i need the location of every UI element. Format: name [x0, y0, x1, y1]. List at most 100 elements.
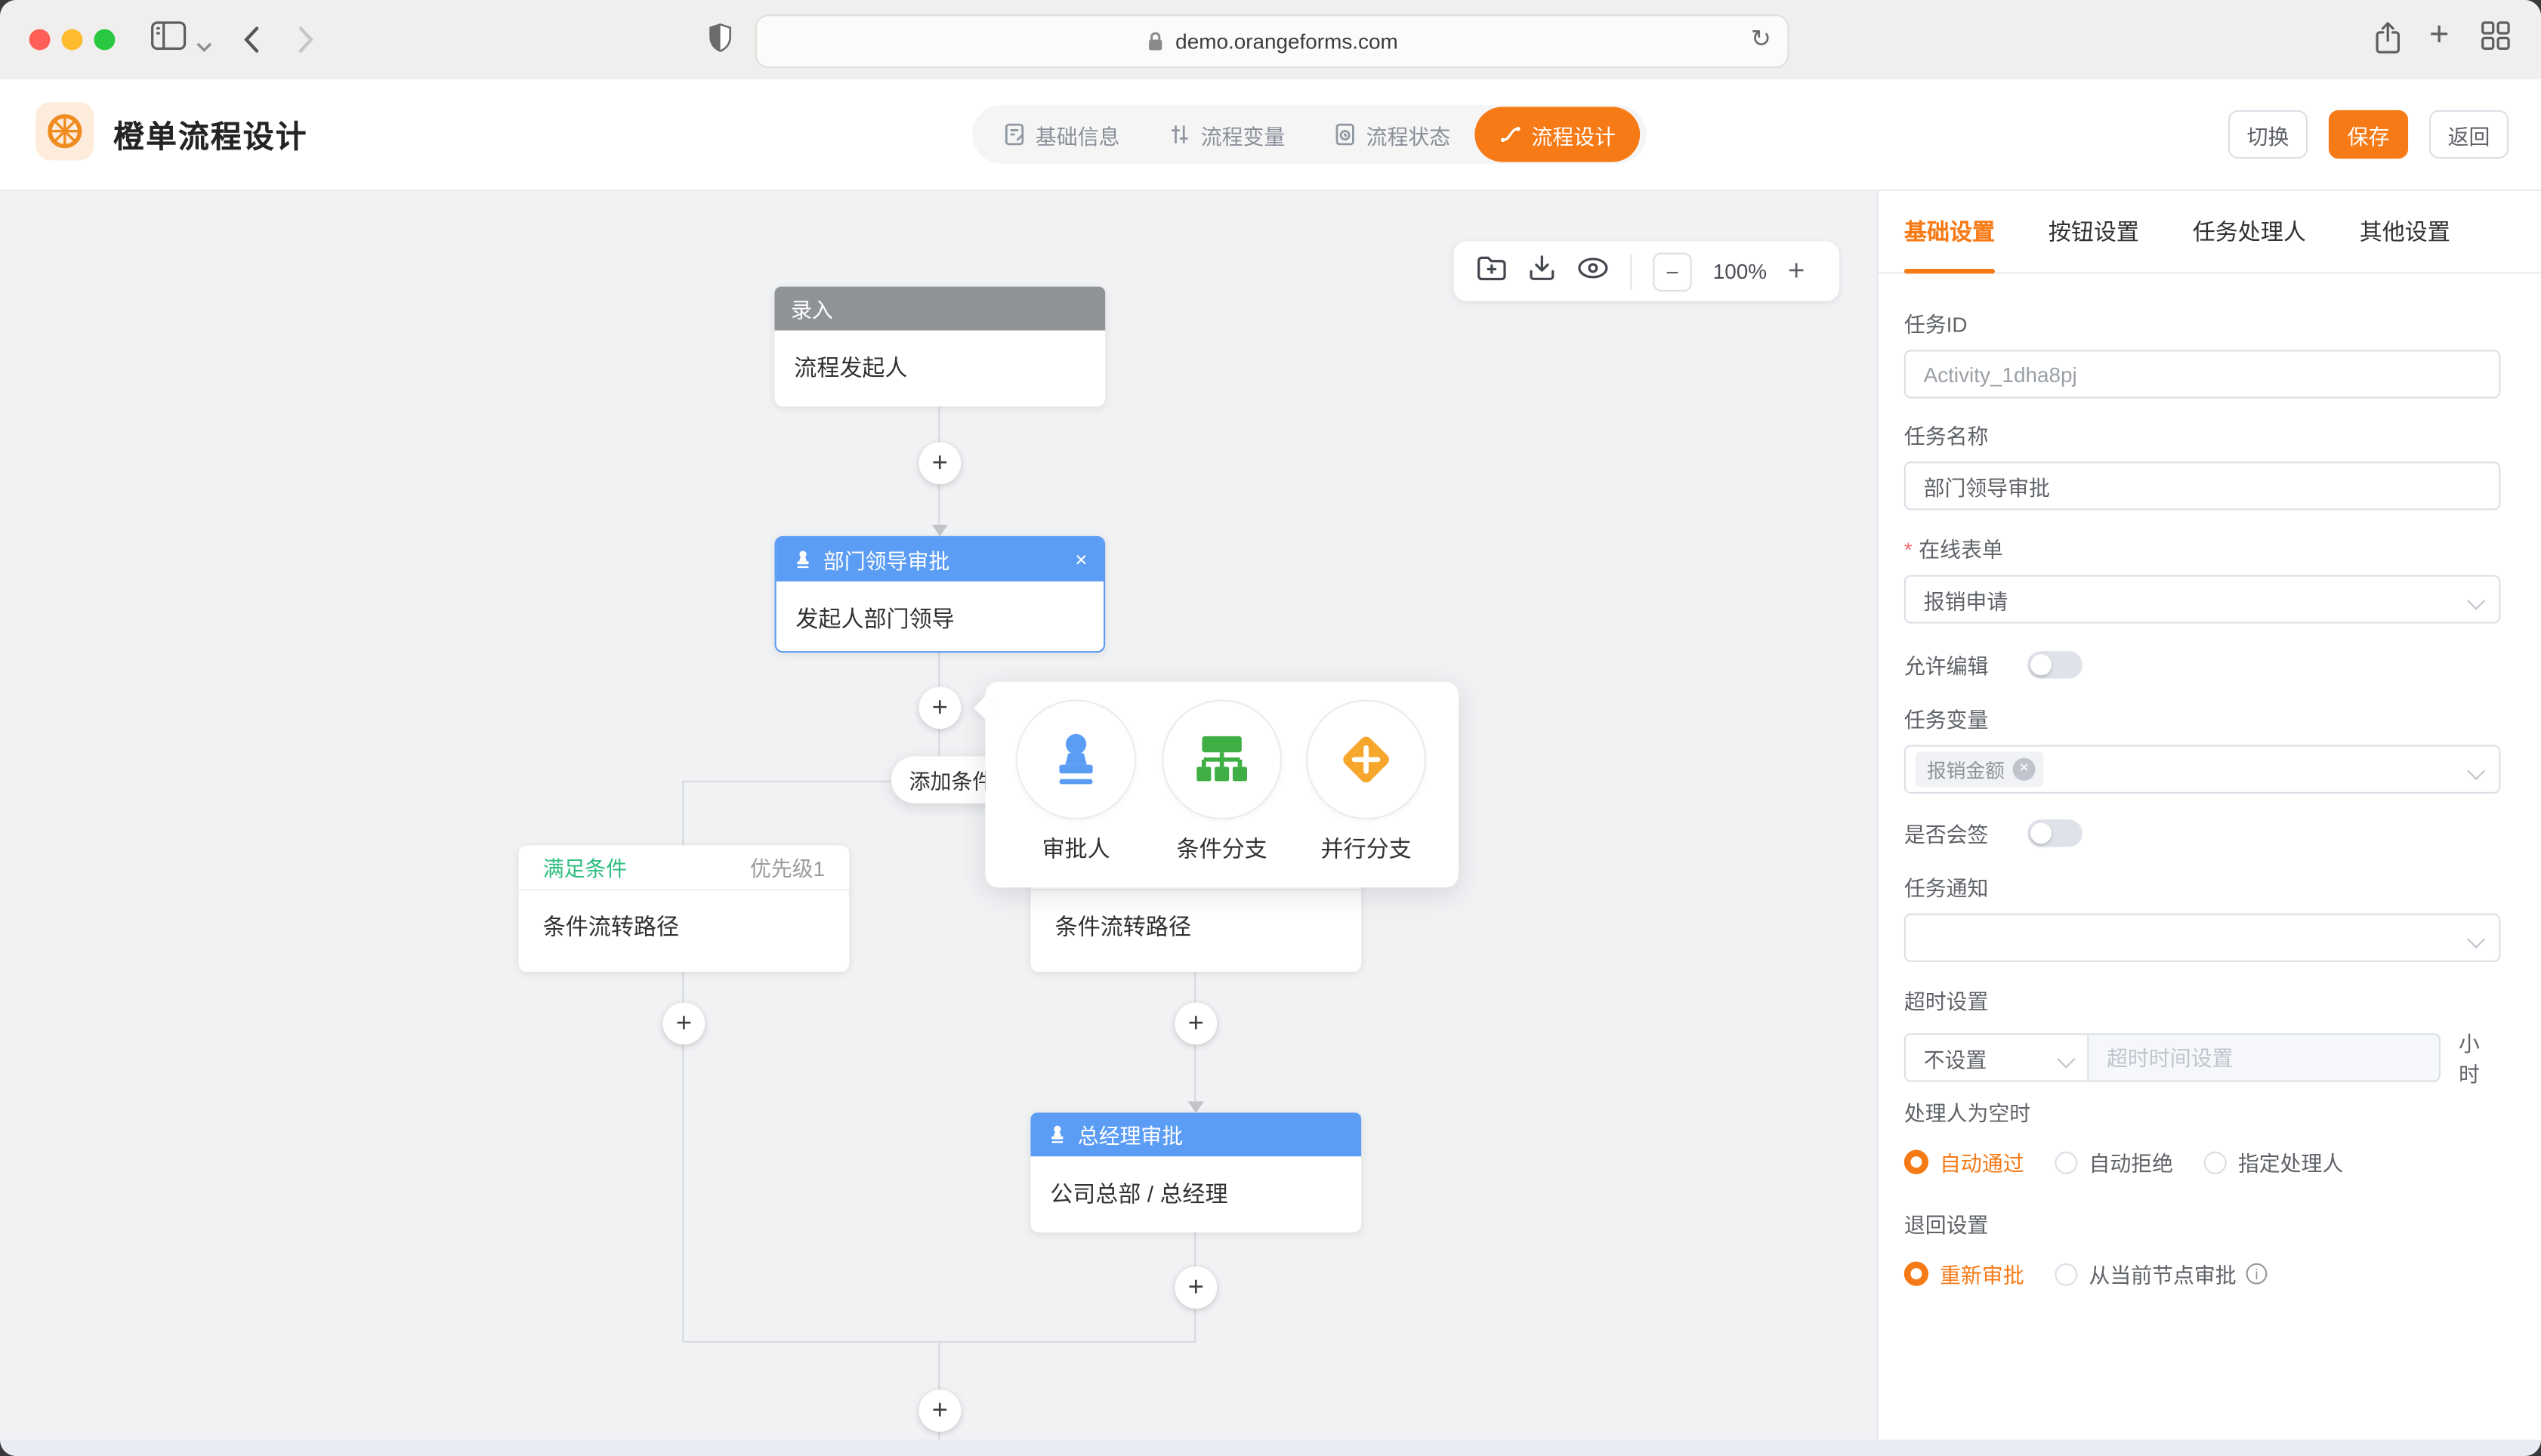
tag-remove-icon[interactable]: ×	[2013, 758, 2036, 781]
sliders-icon	[1169, 123, 1191, 146]
popup-arrow	[974, 696, 996, 719]
add-node-button[interactable]: +	[919, 442, 961, 484]
toolbar-divider	[1630, 254, 1632, 289]
node-condition-left[interactable]: 满足条件 优先级1 条件流转路径	[519, 845, 850, 971]
radio-dot	[2204, 1151, 2227, 1174]
tab-button-settings[interactable]: 按钮设置	[2049, 190, 2139, 273]
field-task-name: 任务名称	[1904, 419, 2501, 510]
toggle-knob	[2030, 654, 2052, 675]
chevron-down-icon	[2467, 592, 2485, 610]
countersign-toggle[interactable]	[2027, 819, 2083, 847]
field-task-notify: 任务通知	[1904, 871, 2501, 962]
nav-tab-process-status[interactable]: 流程状态	[1310, 105, 1475, 163]
field-task-id: 任务ID	[1904, 307, 2501, 398]
popup-item-approver[interactable]: 审批人	[1016, 699, 1136, 865]
new-file-icon[interactable]	[1476, 254, 1507, 289]
tab-overview-icon[interactable]	[2481, 21, 2511, 58]
add-node-button-gm[interactable]: +	[1175, 1266, 1217, 1309]
browser-chrome: demo.orangeforms.com ↻ +	[0, 0, 2541, 81]
reload-icon[interactable]: ↻	[1751, 24, 1771, 54]
shield-icon[interactable]	[709, 23, 733, 61]
popup-item-condition-branch[interactable]: 条件分支	[1162, 699, 1282, 865]
field-timeout: 超时设置 不设置 小时	[1904, 985, 2501, 1088]
condition-met-label: 满足条件	[543, 852, 628, 883]
back-button-icon[interactable]	[243, 26, 259, 61]
info-icon[interactable]: i	[2246, 1263, 2268, 1285]
timeout-mode-select[interactable]: 不设置	[1906, 1035, 2089, 1080]
popup-item-parallel-branch[interactable]: 并行分支	[1306, 699, 1426, 865]
timeout-value-input[interactable]	[2089, 1035, 2439, 1080]
task-notify-select[interactable]	[1904, 914, 2501, 962]
nav-tab-process-design[interactable]: 流程设计	[1474, 107, 1640, 162]
parallel-branch-circle[interactable]	[1306, 699, 1426, 819]
online-form-select[interactable]: 报销申请	[1904, 575, 2501, 623]
nav-tab-basic-info[interactable]: 基础信息	[979, 105, 1144, 163]
download-icon[interactable]	[1528, 254, 1555, 289]
approver-stamp-icon	[1045, 729, 1107, 790]
radio-dot	[1904, 1262, 1928, 1286]
node-start-header: 录入	[775, 287, 1106, 331]
add-node-button-left-branch[interactable]: +	[662, 1003, 705, 1045]
orange-slice-icon	[45, 112, 84, 150]
sidebar-toggle-icon[interactable]	[151, 21, 187, 58]
condition-branch-circle[interactable]	[1162, 699, 1282, 819]
nav-tab-process-variables[interactable]: 流程变量	[1144, 105, 1310, 163]
radio-auto-reject[interactable]: 自动拒绝	[2055, 1146, 2173, 1177]
node-gm-approval[interactable]: 总经理审批 公司总部 / 总经理	[1030, 1112, 1361, 1232]
zoom-level: 100%	[1713, 259, 1767, 283]
add-node-button-end[interactable]: +	[919, 1390, 961, 1432]
preview-eye-icon[interactable]	[1576, 255, 1609, 288]
tab-basic-settings[interactable]: 基础设置	[1904, 190, 1995, 273]
document-edit-icon	[1003, 123, 1026, 146]
new-tab-icon[interactable]: +	[2429, 16, 2449, 54]
node-dept-body: 发起人部门领导	[777, 581, 1104, 656]
radio-from-current-node[interactable]: 从当前节点审批 i	[2055, 1258, 2267, 1289]
approver-circle[interactable]	[1016, 699, 1136, 819]
task-variable-select[interactable]: 报销金额 ×	[1904, 745, 2501, 794]
approver-stamp-icon	[1047, 1124, 1068, 1145]
task-name-input[interactable]	[1904, 461, 2501, 510]
tab-task-handler[interactable]: 任务处理人	[2193, 190, 2306, 273]
radio-dot	[2055, 1263, 2077, 1285]
add-node-button-right-branch[interactable]: +	[1175, 1003, 1217, 1045]
task-id-input[interactable]	[1904, 350, 2501, 398]
address-bar[interactable]: demo.orangeforms.com ↻	[755, 14, 1789, 68]
forward-button-icon[interactable]	[298, 26, 314, 61]
back-button[interactable]: 返回	[2429, 110, 2509, 159]
field-allow-edit: 允许编辑	[1904, 649, 2501, 680]
settings-tabs: 基础设置 按钮设置 任务处理人 其他设置	[1879, 191, 2541, 273]
flow-canvas[interactable]: 录入 流程发起人 + 部门领导审批 × 发起人部门领导 + 添加条件	[0, 191, 1876, 1439]
timeout-combo: 不设置	[1904, 1033, 2441, 1081]
node-start[interactable]: 录入 流程发起人	[775, 287, 1106, 407]
chevron-down-icon[interactable]	[196, 32, 212, 62]
tab-other-settings[interactable]: 其他设置	[2360, 190, 2450, 273]
zoom-out-button[interactable]: −	[1653, 251, 1691, 290]
zoom-in-button[interactable]: +	[1788, 254, 1805, 288]
node-type-popup: 审批人 条件分支	[985, 682, 1458, 887]
parallel-branch-icon	[1334, 727, 1399, 792]
allow-edit-toggle[interactable]	[2027, 651, 2083, 678]
chevron-down-icon	[2467, 762, 2485, 780]
url-text: demo.orangeforms.com	[1175, 29, 1398, 54]
field-task-variable: 任务变量 报销金额 ×	[1904, 703, 2501, 794]
share-icon[interactable]	[2374, 21, 2401, 63]
traffic-minimize-button[interactable]	[62, 29, 83, 51]
radio-re-approve[interactable]: 重新审批	[1904, 1258, 2024, 1289]
radio-dot	[1904, 1150, 1928, 1174]
page-title: 橙单流程设计	[113, 113, 307, 157]
radio-auto-pass[interactable]: 自动通过	[1904, 1146, 2024, 1177]
traffic-maximize-button[interactable]	[94, 29, 115, 51]
node-dept-approval[interactable]: 部门领导审批 × 发起人部门领导	[775, 536, 1106, 652]
field-countersign: 是否会签	[1904, 818, 2501, 849]
browser-window: demo.orangeforms.com ↻ + 橙单流程设计	[0, 0, 2541, 1456]
radio-assign-handler[interactable]: 指定处理人	[2204, 1146, 2344, 1177]
close-icon[interactable]: ×	[1075, 548, 1087, 572]
branch-left-stub	[682, 781, 684, 846]
traffic-close-button[interactable]	[29, 29, 51, 51]
add-node-button-dept[interactable]: +	[919, 686, 961, 729]
save-button[interactable]: 保存	[2329, 110, 2408, 159]
node-gm-header: 总经理审批	[1030, 1112, 1361, 1156]
switch-button[interactable]: 切换	[2228, 110, 2308, 159]
approver-stamp-icon	[792, 549, 814, 570]
priority-label: 优先级1	[750, 852, 825, 883]
